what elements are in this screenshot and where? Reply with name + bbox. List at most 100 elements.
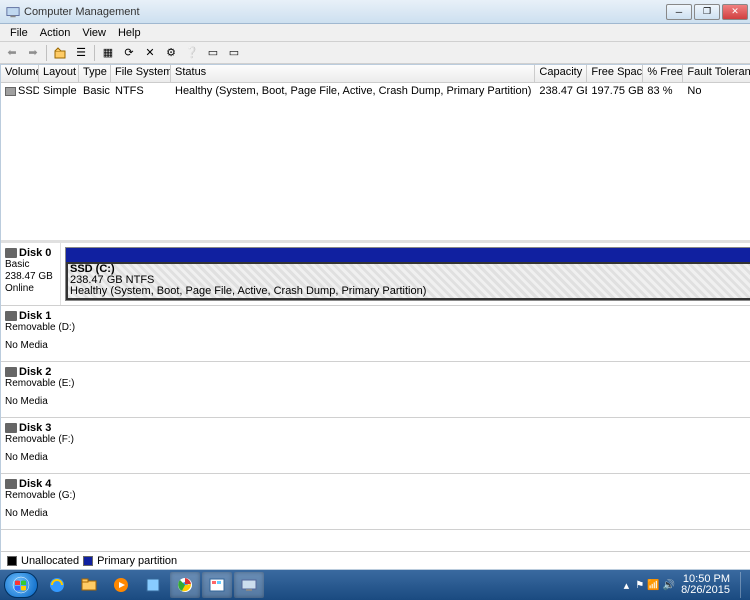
disk-icon	[5, 423, 17, 433]
volume-list[interactable]: SSD (C:) Simple Basic NTFS Healthy (Syst…	[1, 83, 750, 243]
tray-network-icon[interactable]: 📶	[647, 580, 659, 591]
forward-button: ➡	[23, 44, 43, 62]
system-tray[interactable]: ▴ ⚑ 📶 🔊 10:50 PM 8/26/2015	[624, 572, 746, 598]
legend: Unallocated Primary partition	[1, 551, 750, 569]
disk-row-1[interactable]: Disk 1 Removable (D:) No Media	[1, 306, 750, 362]
disk-row-0[interactable]: Disk 0 Basic 238.47 GB Online SSD (C:) 2…	[1, 243, 750, 306]
tray-volume-icon[interactable]: 🔊	[663, 580, 675, 591]
disk-row-2[interactable]: Disk 2 Removable (E:) No Media	[1, 362, 750, 418]
main-panel: Volume Layout Type File System Status Ca…	[0, 64, 750, 570]
disk-icon	[5, 479, 17, 489]
col-filesystem[interactable]: File System	[111, 65, 171, 82]
volume-capacity: 238.47 GB	[535, 85, 587, 97]
disk-icon	[5, 367, 17, 377]
taskbar-ie-icon[interactable]	[42, 572, 72, 598]
close-button[interactable]: ✕	[722, 4, 748, 20]
disk-size: 238.47 GB	[5, 271, 56, 283]
menu-bar: File Action View Help	[0, 24, 750, 42]
disk-label-4: Disk 4 Removable (G:) No Media	[1, 474, 750, 529]
disk-kind: Removable (E:)	[5, 378, 750, 390]
volume-type: Basic	[79, 85, 111, 97]
swatch-primary	[83, 556, 93, 566]
disk-icon	[5, 311, 17, 321]
disk-label-3: Disk 3 Removable (F:) No Media	[1, 418, 750, 473]
volume-icon	[5, 87, 16, 96]
menu-action[interactable]: Action	[34, 27, 77, 39]
taskbar-chrome-icon[interactable]	[170, 572, 200, 598]
col-layout[interactable]: Layout	[39, 65, 79, 82]
app-icon	[6, 5, 20, 19]
volume-name: SSD (C:)	[18, 85, 39, 97]
minimize-button[interactable]: ─	[666, 4, 692, 20]
start-button[interactable]	[4, 572, 38, 598]
disk-label-2: Disk 2 Removable (E:) No Media	[1, 362, 750, 417]
taskbar-media-icon[interactable]	[106, 572, 136, 598]
col-free-space[interactable]: Free Space	[587, 65, 643, 82]
no-media-label: No Media	[5, 340, 750, 352]
help-button[interactable]: ❔	[182, 44, 202, 62]
partition-status: Healthy (System, Boot, Page File, Active…	[70, 286, 750, 297]
disk-row-3[interactable]: Disk 3 Removable (F:) No Media	[1, 418, 750, 474]
partition-title: SSD (C:)	[70, 264, 750, 275]
extra-button-1[interactable]: ▭	[203, 44, 223, 62]
disk-kind: Basic	[5, 259, 56, 271]
no-media-label: No Media	[5, 508, 750, 520]
up-button[interactable]	[50, 44, 70, 62]
disk-icon	[5, 248, 17, 258]
legend-primary: Primary partition	[97, 555, 177, 567]
col-status[interactable]: Status	[171, 65, 535, 82]
legend-unallocated: Unallocated	[21, 555, 79, 567]
volume-fault: No	[683, 85, 750, 97]
volume-row[interactable]: SSD (C:) Simple Basic NTFS Healthy (Syst…	[1, 83, 750, 99]
col-fault-tolerance[interactable]: Fault Tolerance	[683, 65, 750, 82]
volume-layout: Simple	[39, 85, 79, 97]
disk-graphical-view[interactable]: Disk 0 Basic 238.47 GB Online SSD (C:) 2…	[1, 243, 750, 551]
disk-kind: Removable (F:)	[5, 434, 750, 446]
properties-button[interactable]: ▦	[98, 44, 118, 62]
toolbar: ⬅ ➡ ☰ ▦ ⟳ ✕ ⚙ ❔ ▭ ▭	[0, 42, 750, 64]
taskbar[interactable]: ▴ ⚑ 📶 🔊 10:50 PM 8/26/2015	[0, 570, 750, 600]
disk-label-0: Disk 0 Basic 238.47 GB Online	[1, 243, 61, 305]
show-hide-tree-button[interactable]: ☰	[71, 44, 91, 62]
col-percent-free[interactable]: % Free	[643, 65, 683, 82]
partition-c[interactable]: SSD (C:) 238.47 GB NTFS Healthy (System,…	[65, 247, 750, 301]
col-type[interactable]: Type	[79, 65, 111, 82]
window-title: Computer Management	[24, 6, 666, 18]
menu-file[interactable]: File	[4, 27, 34, 39]
refresh-button[interactable]: ⟳	[119, 44, 139, 62]
swatch-unallocated	[7, 556, 17, 566]
volume-list-header: Volume Layout Type File System Status Ca…	[1, 65, 750, 83]
volume-free: 197.75 GB	[587, 85, 643, 97]
tray-flag-icon[interactable]: ⚑	[635, 580, 644, 591]
disk-state: Online	[5, 283, 56, 295]
taskbar-app-icon[interactable]	[138, 572, 168, 598]
no-media-label: No Media	[5, 452, 750, 464]
disk-kind: Removable (G:)	[5, 490, 750, 502]
clock-date: 8/26/2015	[681, 585, 730, 596]
back-button: ⬅	[2, 44, 22, 62]
settings-button[interactable]: ⚙	[161, 44, 181, 62]
volume-fs: NTFS	[111, 85, 171, 97]
no-media-label: No Media	[5, 396, 750, 408]
menu-help[interactable]: Help	[112, 27, 147, 39]
col-capacity[interactable]: Capacity	[535, 65, 587, 82]
show-desktop-button[interactable]	[740, 572, 746, 598]
show-hidden-icons[interactable]: ▴	[624, 579, 630, 592]
col-volume[interactable]: Volume	[1, 65, 39, 82]
disk-label-1: Disk 1 Removable (D:) No Media	[1, 306, 750, 361]
extra-button-2[interactable]: ▭	[224, 44, 244, 62]
taskbar-mmc-icon[interactable]	[234, 572, 264, 598]
toolbar-sep-2	[94, 45, 95, 61]
maximize-button[interactable]: ❐	[694, 4, 720, 20]
disk-row-4[interactable]: Disk 4 Removable (G:) No Media	[1, 474, 750, 530]
partition-header	[66, 248, 750, 262]
disk-kind: Removable (D:)	[5, 322, 750, 334]
windows-logo-icon	[12, 576, 30, 594]
menu-view[interactable]: View	[76, 27, 112, 39]
volume-status: Healthy (System, Boot, Page File, Active…	[171, 85, 535, 97]
volume-pfree: 83 %	[643, 85, 683, 97]
taskbar-explorer-icon[interactable]	[74, 572, 104, 598]
delete-button[interactable]: ✕	[140, 44, 160, 62]
taskbar-paint-icon[interactable]	[202, 572, 232, 598]
clock[interactable]: 10:50 PM 8/26/2015	[681, 574, 734, 596]
